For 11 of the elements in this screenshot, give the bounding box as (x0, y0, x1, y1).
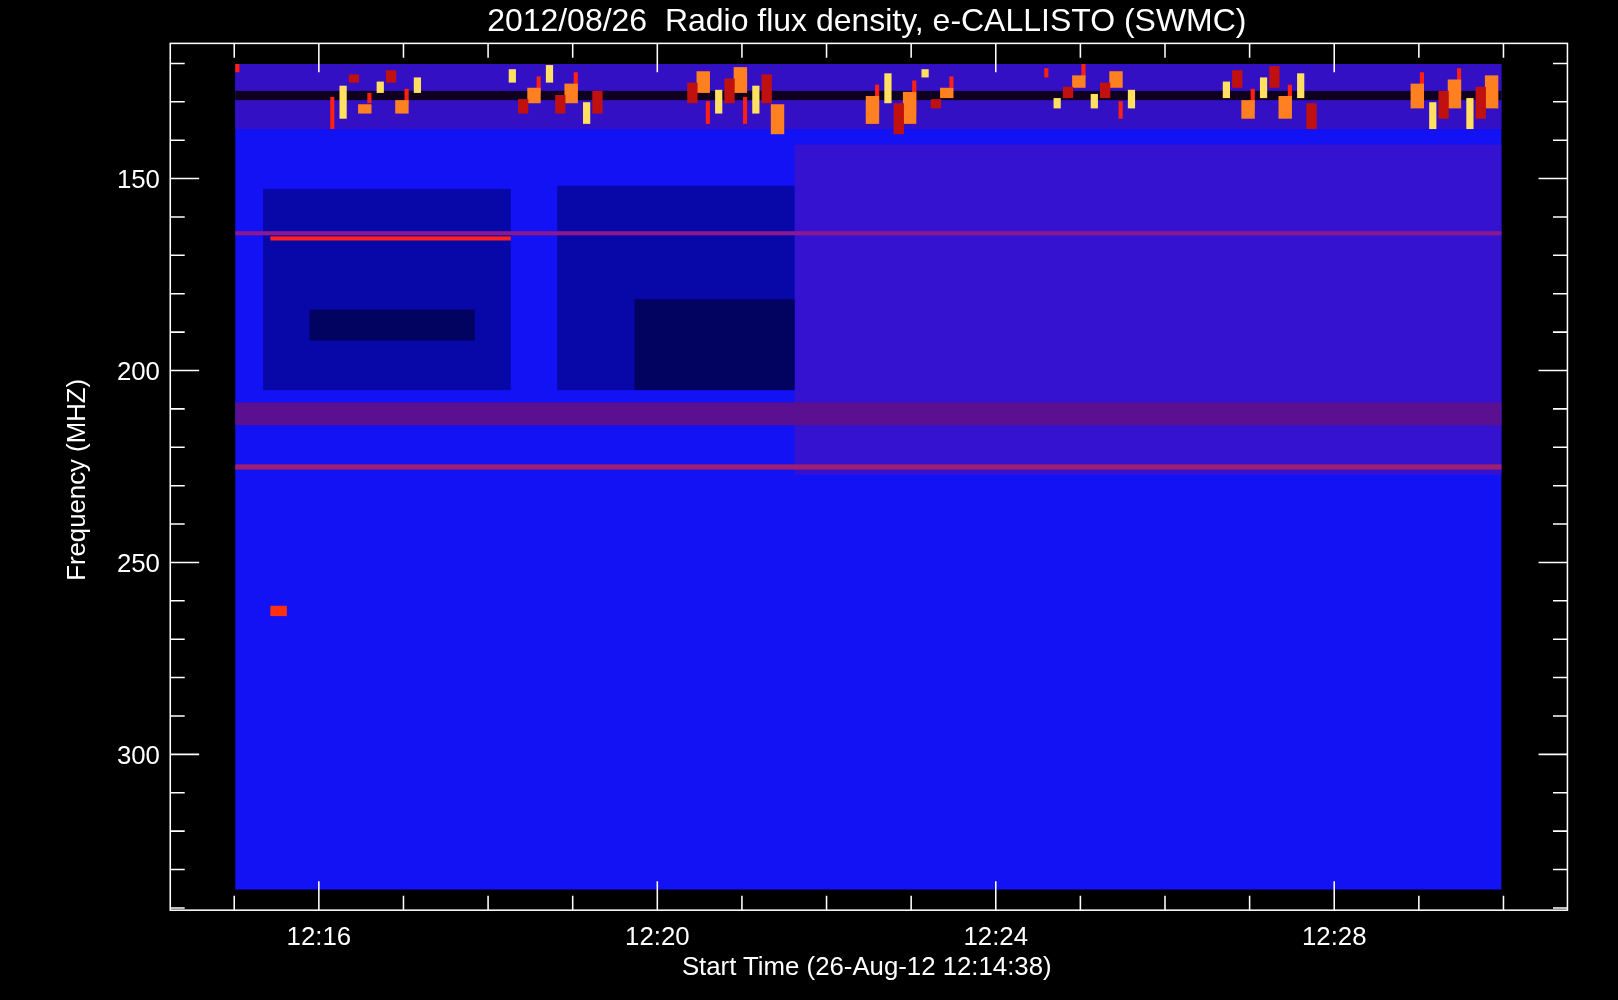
y-axis-label: Frequency (MHZ) (61, 378, 90, 581)
x-tick-label: 12:16 (286, 922, 352, 951)
y-tick-label: 250 (116, 548, 160, 577)
x-tick-label: 12:24 (963, 922, 1029, 951)
x-tick-label: 12:20 (625, 922, 690, 951)
y-tick-label: 200 (116, 356, 160, 385)
y-tick-label: 150 (116, 164, 160, 193)
x-axis-label: Start Time (26-Aug-12 12:14:38) (681, 952, 1052, 981)
y-tick-label: 300 (116, 740, 160, 769)
chart-title: 2012/08/26 Radio flux density, e-CALLISTO (SWMC) (487, 2, 1247, 38)
x-tick-label: 12:28 (1301, 922, 1367, 951)
